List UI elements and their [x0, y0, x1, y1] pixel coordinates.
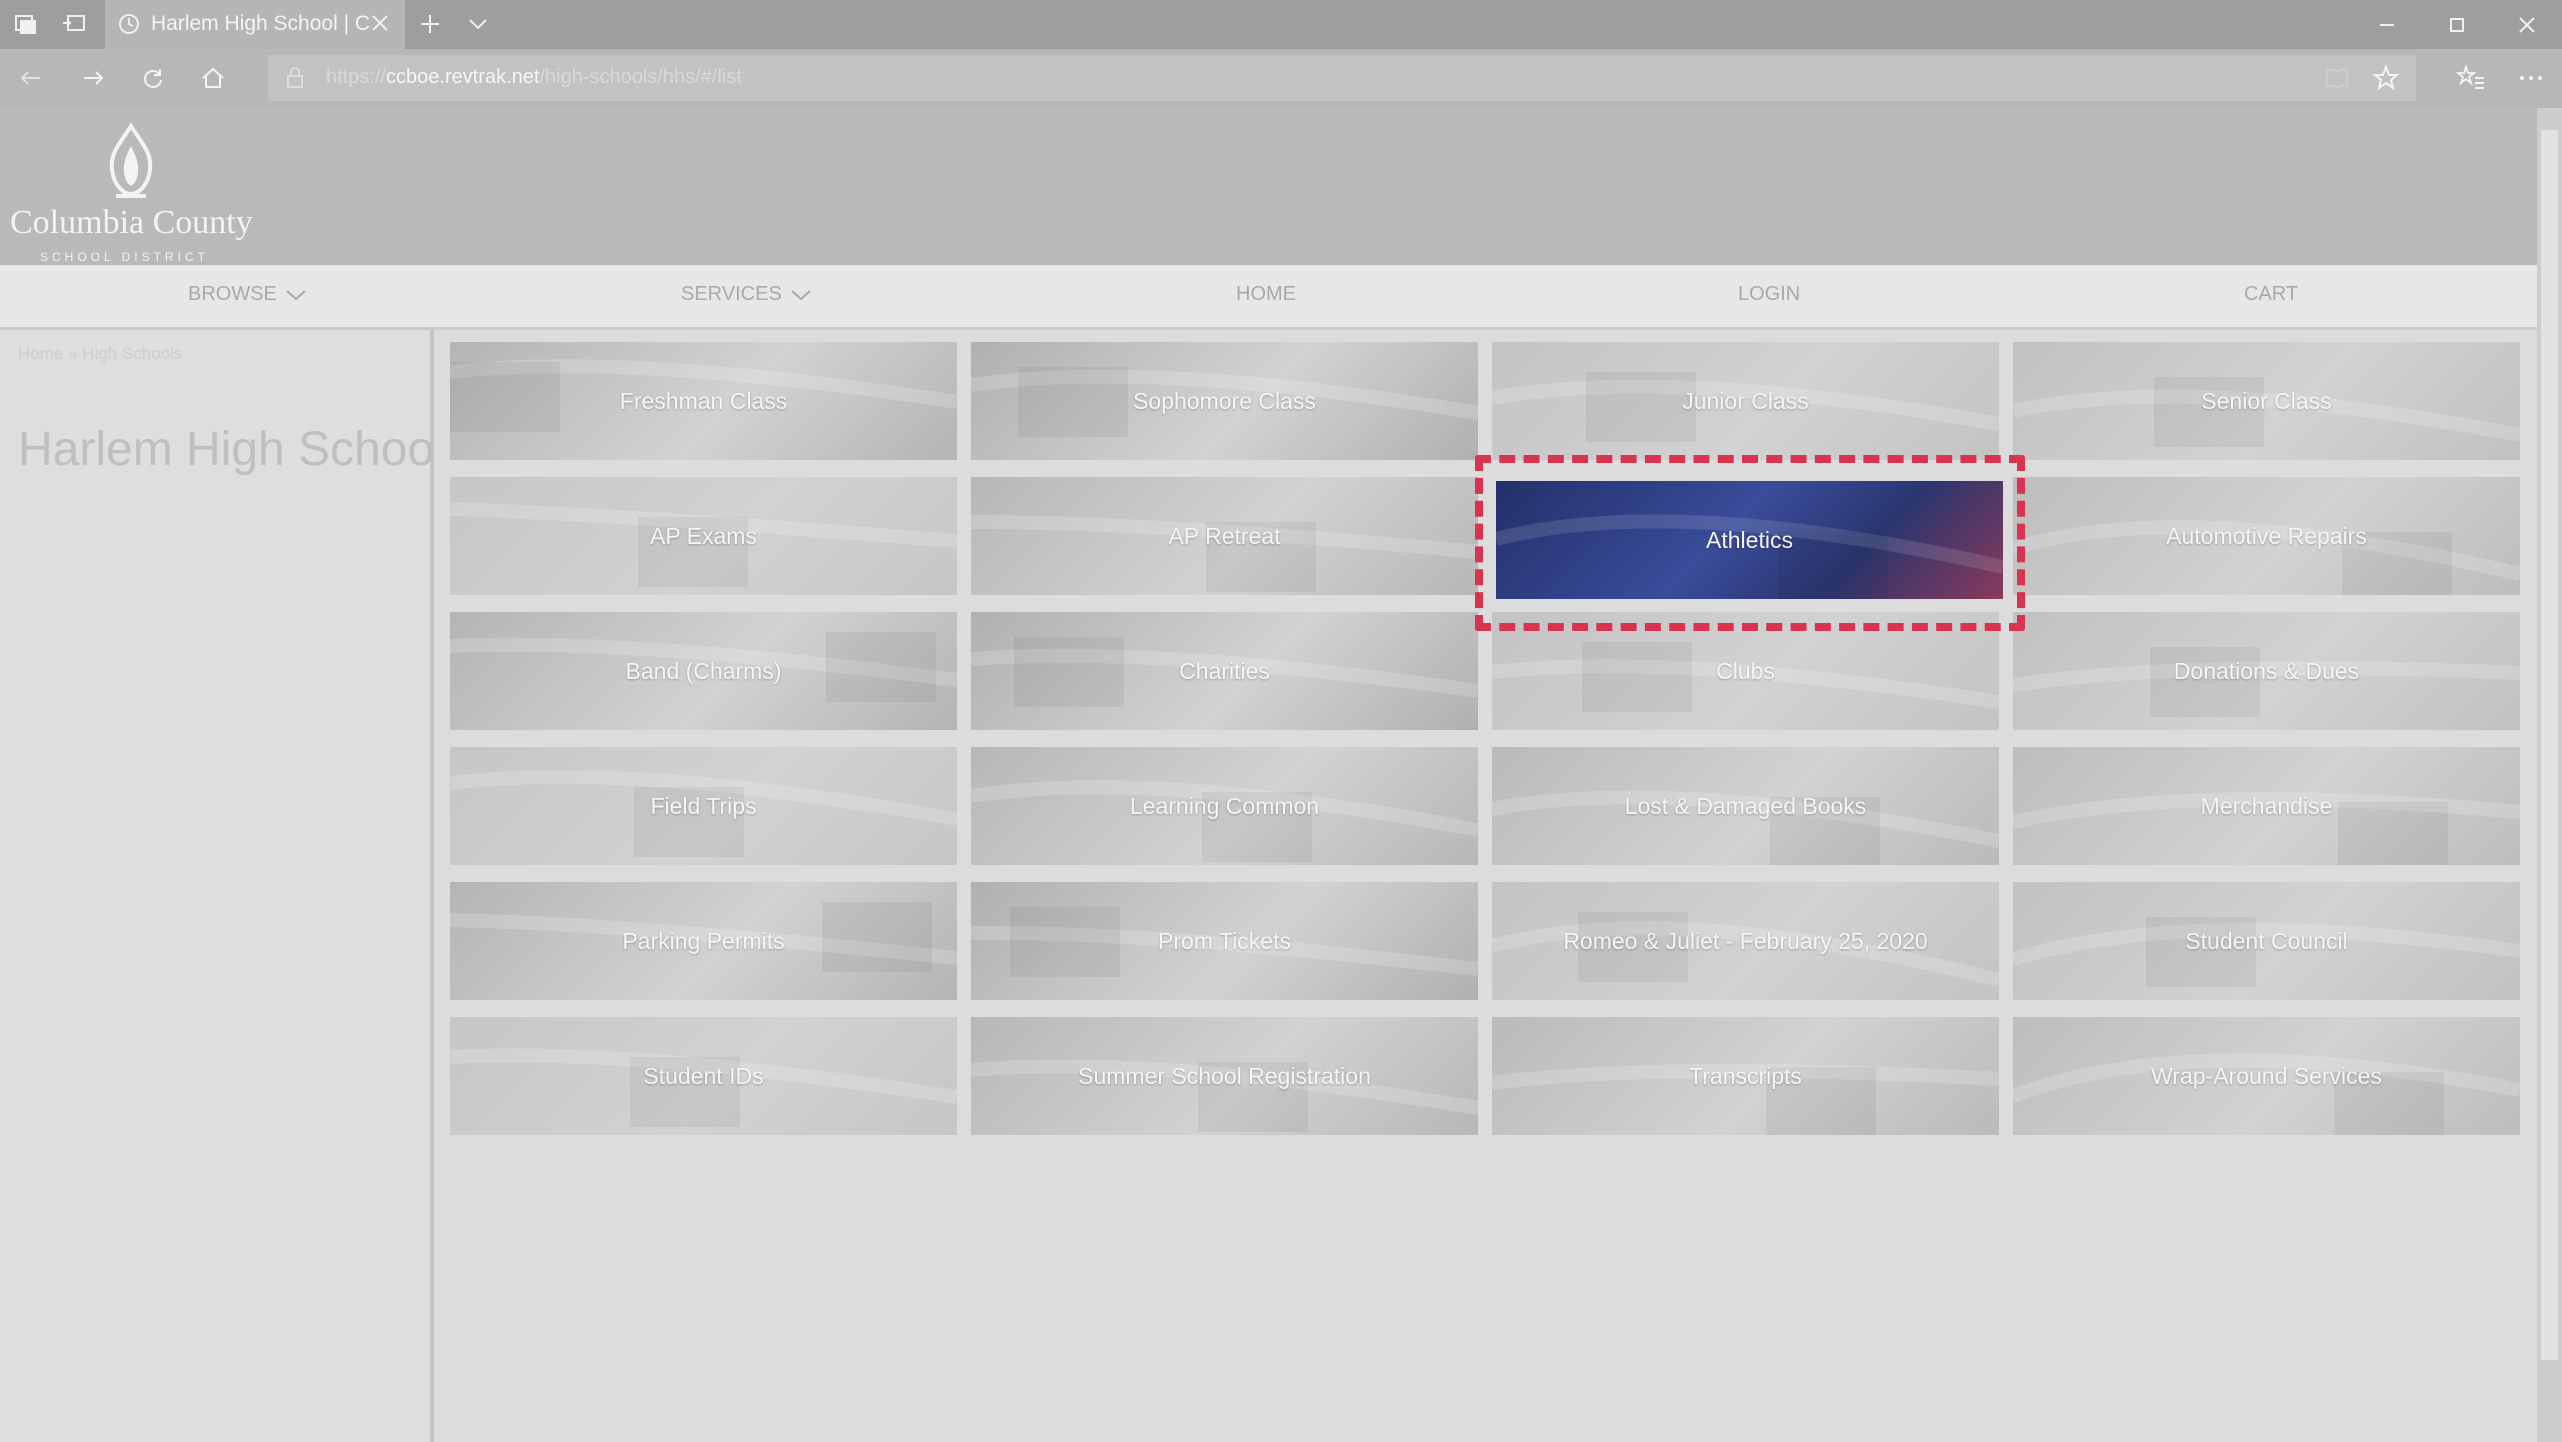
- chevron-down-icon: [286, 289, 306, 301]
- maximize-icon[interactable]: [2442, 10, 2472, 40]
- tile-label: Student Council: [2185, 927, 2348, 954]
- tile-junior-class[interactable]: Junior Class: [1492, 342, 1999, 460]
- url-prefix: https://: [326, 66, 387, 88]
- nav-browse[interactable]: BROWSE: [188, 283, 307, 306]
- address-bar[interactable]: https://ccboe.revtrak.net/high-schools/h…: [268, 55, 2416, 101]
- browser-tab[interactable]: Harlem High School | C: [105, 0, 405, 49]
- page-title: Harlem High School: [18, 423, 445, 476]
- tile-automotive-repairs[interactable]: Automotive Repairs: [2013, 477, 2520, 595]
- nav-cart[interactable]: CART: [2244, 283, 2298, 306]
- tile-label: Wrap-Around Services: [2151, 1062, 2382, 1089]
- nav-services[interactable]: SERVICES: [681, 283, 812, 306]
- tile-ap-exams[interactable]: AP Exams: [450, 477, 957, 595]
- tile-label: Automotive Repairs: [2166, 522, 2367, 549]
- nav-services-label: SERVICES: [681, 283, 782, 305]
- chevron-down-icon: [791, 289, 811, 301]
- back-icon[interactable]: [16, 63, 46, 93]
- tile-merchandise[interactable]: Merchandise: [2013, 747, 2520, 865]
- tile-label: Senior Class: [2201, 387, 2332, 414]
- nav-browse-label: BROWSE: [188, 283, 277, 305]
- url-domain: ccboe.revtrak.net: [386, 66, 540, 88]
- tile-ap-retreat[interactable]: AP Retreat: [971, 477, 1478, 595]
- minimize-icon[interactable]: [2372, 10, 2402, 40]
- new-tab-icon[interactable]: [416, 10, 444, 38]
- tile-label: AP Retreat: [1168, 522, 1281, 549]
- tile-label: Summer School Registration: [1078, 1062, 1371, 1089]
- browser-toolbar: https://ccboe.revtrak.net/high-schools/h…: [0, 49, 2562, 108]
- favorite-star-icon[interactable]: [2372, 64, 2400, 92]
- tile-sophomore-class[interactable]: Sophomore Class: [971, 342, 1478, 460]
- tile-band-charms[interactable]: Band (Charms): [450, 612, 957, 730]
- tile-label: Charities: [1179, 657, 1270, 684]
- tile-label: AP Exams: [650, 522, 757, 549]
- tile-label: Student IDs: [643, 1062, 764, 1089]
- tile-romeo-juliet-february-25-2020[interactable]: Romeo & Juliet - February 25, 2020: [1492, 882, 1999, 1000]
- tile-freshman-class[interactable]: Freshman Class: [450, 342, 957, 460]
- tile-student-council[interactable]: Student Council: [2013, 882, 2520, 1000]
- tab-title: Harlem High School | C: [151, 12, 371, 35]
- refresh-icon[interactable]: [138, 63, 168, 93]
- tile-student-ids[interactable]: Student IDs: [450, 1017, 957, 1135]
- sidebar: Home » High Schools Harlem High School: [0, 330, 445, 1442]
- tile-label: Parking Permits: [622, 927, 785, 954]
- forward-icon[interactable]: [78, 63, 108, 93]
- tile-label: Lost & Damaged Books: [1624, 792, 1867, 819]
- tile-wrap-around-services[interactable]: Wrap-Around Services: [2013, 1017, 2520, 1135]
- tile-label: Transcripts: [1689, 1062, 1802, 1089]
- main-navigation: BROWSE SERVICES HOME LOGIN CART: [0, 265, 2537, 330]
- tile-label: Romeo & Juliet - February 25, 2020: [1563, 927, 1928, 954]
- browser-titlebar: Harlem High School | C: [0, 0, 2562, 49]
- tile-label: Donations & Dues: [2173, 657, 2360, 684]
- district-logo[interactable]: Columbia County SCHOOL DISTRICT: [10, 122, 260, 264]
- favicon-icon: [119, 14, 139, 34]
- nav-home[interactable]: HOME: [1236, 283, 1296, 306]
- tile-donations-dues[interactable]: Donations & Dues: [2013, 612, 2520, 730]
- close-tab-icon[interactable]: [367, 10, 393, 36]
- tile-summer-school-registration[interactable]: Summer School Registration: [971, 1017, 1478, 1135]
- tile-label: Band (Charms): [625, 657, 782, 684]
- tile-label: Prom Tickets: [1158, 927, 1291, 954]
- reading-view-icon[interactable]: [2324, 66, 2350, 90]
- breadcrumb[interactable]: Home » High Schools: [18, 344, 182, 364]
- close-window-icon[interactable]: [2512, 10, 2542, 40]
- site-header: Columbia County SCHOOL DISTRICT: [0, 108, 2537, 265]
- lock-icon[interactable]: [284, 66, 306, 90]
- tab-actions-icon[interactable]: [12, 10, 40, 38]
- logo-name: Columbia County: [10, 204, 253, 241]
- tile-senior-class[interactable]: Senior Class: [2013, 342, 2520, 460]
- tile-prom-tickets[interactable]: Prom Tickets: [971, 882, 1478, 1000]
- nav-login[interactable]: LOGIN: [1738, 283, 1800, 306]
- more-menu-icon[interactable]: [2516, 63, 2546, 93]
- scrollbar-thumb[interactable]: [2541, 130, 2558, 1360]
- url-text: https://ccboe.revtrak.net/high-schools/h…: [326, 66, 742, 89]
- tile-label: Sophomore Class: [1133, 387, 1316, 414]
- flame-logo-icon: [109, 122, 153, 198]
- tile-transcripts[interactable]: Transcripts: [1492, 1017, 1999, 1135]
- tile-learning-common[interactable]: Learning Common: [971, 747, 1478, 865]
- tile-label: Learning Common: [1129, 792, 1320, 819]
- tile-lost-damaged-books[interactable]: Lost & Damaged Books: [1492, 747, 1999, 865]
- set-aside-tabs-icon[interactable]: [60, 10, 88, 38]
- logo-subtitle: SCHOOL DISTRICT: [40, 250, 209, 264]
- tile-charities[interactable]: Charities: [971, 612, 1478, 730]
- scrollbar[interactable]: [2537, 108, 2562, 1442]
- tile-field-trips[interactable]: Field Trips: [450, 747, 957, 865]
- tile-parking-permits[interactable]: Parking Permits: [450, 882, 957, 1000]
- url-path: /high-schools/hhs/#/list: [539, 66, 742, 88]
- tile-label: Junior Class: [1682, 387, 1809, 414]
- favorites-list-icon[interactable]: [2456, 63, 2486, 93]
- home-icon[interactable]: [198, 63, 228, 93]
- tile-label: Field Trips: [650, 792, 757, 819]
- highlight-annotation: [1475, 455, 2025, 631]
- tile-label: Merchandise: [2200, 792, 2333, 819]
- tab-list-chevron-icon[interactable]: [464, 10, 492, 38]
- tile-label: Freshman Class: [619, 387, 788, 414]
